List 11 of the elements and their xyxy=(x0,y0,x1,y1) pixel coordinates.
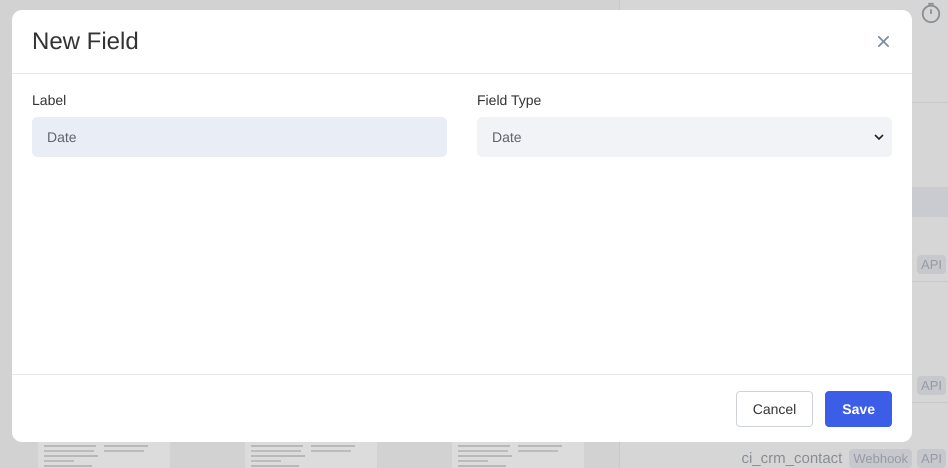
field-label: Label xyxy=(32,92,68,108)
input-field[interactable]: Date xyxy=(32,117,447,157)
select-field[interactable]: Date xyxy=(477,117,892,157)
close-icon[interactable] xyxy=(877,35,890,48)
row-name: ci_crm_contact xyxy=(741,450,842,467)
field-label: Field Type xyxy=(477,92,542,108)
cancel-button[interactable]: Cancel xyxy=(736,390,814,426)
dialog-title: New Field xyxy=(32,28,139,56)
chevron-icon xyxy=(874,134,884,140)
save-button[interactable]: Save xyxy=(825,390,892,426)
timer-icon[interactable] xyxy=(920,2,942,24)
